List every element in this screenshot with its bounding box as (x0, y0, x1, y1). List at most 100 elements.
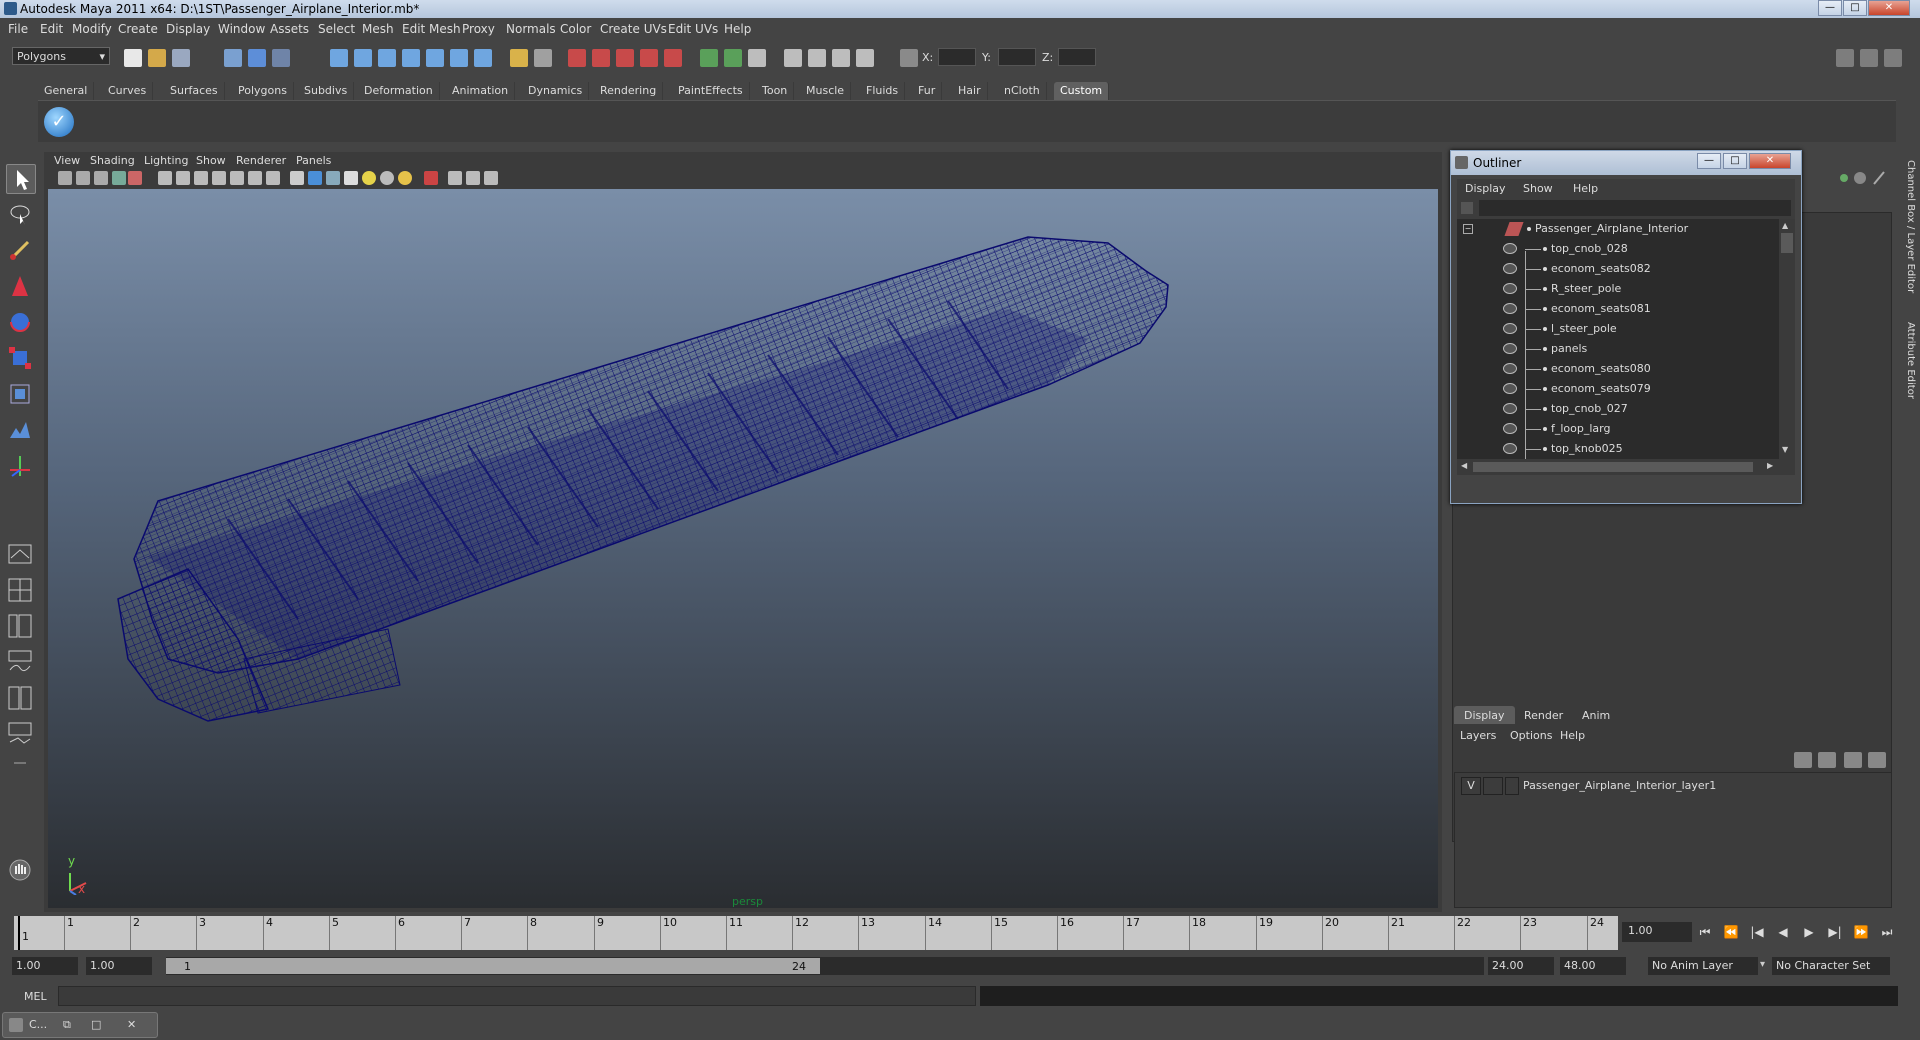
playback-end-field[interactable]: 24.00 (1488, 957, 1554, 975)
render-frame-icon[interactable] (808, 49, 826, 67)
minimized-restore-icon[interactable]: ⧉ (63, 1018, 71, 1032)
snap-surface-icon[interactable] (426, 49, 444, 67)
soft-mod-tool-icon[interactable] (6, 416, 36, 446)
outliner-tree[interactable]: − Passenger_Airplane_Interior top_cnob_0… (1457, 219, 1779, 459)
smooth-shade-icon[interactable] (308, 171, 322, 185)
viewport-menu-shading[interactable]: Shading (90, 154, 135, 167)
safe-title-icon[interactable] (266, 171, 280, 185)
tree-row[interactable]: top_knob025 (1457, 439, 1779, 459)
select-hierarchy-icon[interactable] (224, 49, 242, 67)
range-slider-track[interactable]: 1 24 (166, 957, 1484, 975)
viewport-menu-renderer[interactable]: Renderer (236, 154, 286, 167)
tab-painteffects[interactable]: PaintEffects (672, 82, 750, 100)
menu-color[interactable]: Color (560, 22, 591, 36)
layer-menu-layers[interactable]: Layers (1460, 729, 1496, 742)
magnet-surface-icon[interactable] (664, 49, 682, 67)
open-scene-icon[interactable] (148, 49, 166, 67)
toolbox-collapse-icon[interactable] (6, 758, 36, 788)
move-layer-down-icon[interactable] (1818, 752, 1836, 768)
scroll-left-icon[interactable]: ◀ (1461, 461, 1467, 470)
wireframe-icon[interactable] (290, 171, 304, 185)
new-layer-from-selection-icon[interactable] (1868, 752, 1886, 768)
scroll-down-icon[interactable]: ▼ (1782, 445, 1788, 454)
step-forward-frame-button[interactable]: ▶| (1824, 922, 1846, 942)
grid-icon[interactable] (158, 171, 172, 185)
outliner-maximize-button[interactable]: □ (1723, 153, 1747, 169)
isolate-select-icon[interactable] (424, 171, 438, 185)
step-back-frame-button[interactable]: |◀ (1746, 922, 1768, 942)
render-settings-icon[interactable] (856, 49, 874, 67)
menu-modify[interactable]: Modify (72, 22, 112, 36)
attribute-editor-toggle-icon[interactable] (1836, 49, 1854, 67)
show-manipulator-icon[interactable] (6, 452, 36, 482)
tab-dynamics[interactable]: Dynamics (522, 82, 590, 100)
all-lights-icon[interactable] (380, 171, 394, 185)
select-tool-icon[interactable] (6, 164, 36, 194)
last-tool-icon[interactable] (6, 492, 36, 522)
lock-icon[interactable] (510, 49, 528, 67)
menu-help[interactable]: Help (724, 22, 751, 36)
scroll-up-icon[interactable]: ▲ (1782, 221, 1788, 230)
layer-menu-options[interactable]: Options (1510, 729, 1552, 742)
tab-anim[interactable]: Anim (1572, 706, 1620, 724)
snap-curve-icon[interactable] (354, 49, 372, 67)
minimize-button[interactable]: — (1818, 0, 1842, 16)
tree-row[interactable]: l_steer_pole (1457, 319, 1779, 339)
persp-outliner-layout-icon[interactable] (6, 612, 36, 642)
maximize-button[interactable]: □ (1843, 0, 1867, 16)
end-time-field[interactable]: 48.00 (1560, 957, 1626, 975)
tab-polygons[interactable]: Polygons (232, 82, 294, 100)
step-back-key-button[interactable]: ⏪ (1720, 922, 1742, 942)
menu-display[interactable]: Display (166, 22, 210, 36)
persp-trax-layout-icon[interactable] (6, 720, 36, 750)
input-ops-icon[interactable] (700, 49, 718, 67)
film-gate-icon[interactable] (176, 171, 190, 185)
menu-edit[interactable]: Edit (40, 22, 63, 36)
tree-row[interactable]: R_steer_pole (1457, 279, 1779, 299)
viewport-menu-panels[interactable]: Panels (296, 154, 331, 167)
tab-rendering[interactable]: Rendering (594, 82, 664, 100)
layer-visibility-toggle[interactable]: V (1461, 777, 1481, 795)
menu-create[interactable]: Create (118, 22, 158, 36)
snap-point-icon[interactable] (378, 49, 396, 67)
menu-file[interactable]: File (8, 22, 28, 36)
menu-assets[interactable]: Assets (270, 22, 309, 36)
transform-mode-icon[interactable] (900, 49, 918, 67)
two-d-pan-icon[interactable] (128, 171, 142, 185)
layer-menu-help[interactable]: Help (1560, 729, 1585, 742)
tab-render[interactable]: Render (1514, 706, 1573, 724)
hypershade-layout-icon[interactable] (6, 684, 36, 714)
channel-box-layer-editor-tab[interactable]: Channel Box / Layer Editor (1900, 160, 1916, 293)
menu-create-uvs[interactable]: Create UVs (600, 22, 667, 36)
outliner-menu-display[interactable]: Display (1465, 182, 1506, 195)
snap-grid-icon[interactable] (330, 49, 348, 67)
x-field[interactable] (938, 48, 976, 66)
move-tool-icon[interactable] (6, 272, 36, 302)
image-plane-icon[interactable] (112, 171, 126, 185)
checkmark-icon[interactable]: ✓ (44, 107, 74, 137)
layer-color-swatch[interactable] (1505, 777, 1519, 795)
menu-normals[interactable]: Normals (506, 22, 556, 36)
menu-edit-mesh[interactable]: Edit Mesh (402, 22, 461, 36)
perspective-viewport[interactable]: View Shading Lighting Show Renderer Pane… (44, 152, 1442, 912)
menu-proxy[interactable]: Proxy (462, 22, 495, 36)
anim-layer-dropdown[interactable]: No Anim Layer (1648, 957, 1758, 975)
filter-icon[interactable] (1461, 202, 1473, 214)
new-layer-icon[interactable] (1844, 752, 1862, 768)
menu-mesh[interactable]: Mesh (362, 22, 394, 36)
chevron-down-icon[interactable]: ▾ (1760, 959, 1765, 970)
history-icon[interactable] (474, 49, 492, 67)
wireframe-on-shaded-icon[interactable] (326, 171, 340, 185)
snap-view-icon[interactable] (450, 49, 468, 67)
gate-mask-icon[interactable] (212, 171, 226, 185)
camera-attributes-icon[interactable] (76, 171, 90, 185)
viewport-menu-view[interactable]: View (54, 154, 80, 167)
current-frame-marker[interactable] (18, 916, 20, 950)
close-button[interactable]: ✕ (1868, 0, 1910, 16)
selection-constraint-icon[interactable] (534, 49, 552, 67)
output-ops-icon[interactable] (724, 49, 742, 67)
start-time-field[interactable]: 1.00 (12, 957, 78, 975)
scale-tool-icon[interactable] (6, 344, 36, 374)
playback-start-field[interactable]: 1.00 (86, 957, 152, 975)
new-scene-icon[interactable] (124, 49, 142, 67)
